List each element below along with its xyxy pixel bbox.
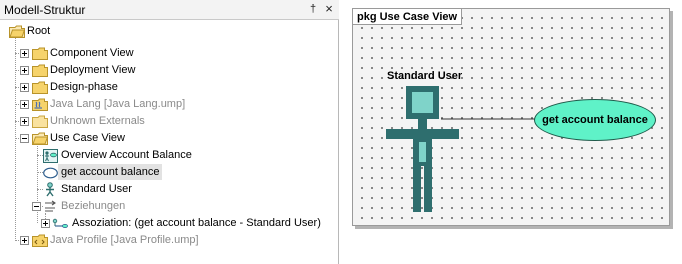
relations-icon <box>45 200 56 212</box>
tree-item-overview-account-balance[interactable]: Overview Account Balance <box>0 147 339 164</box>
tree-item-label: Assoziation: (get account balance - Stan… <box>72 217 321 229</box>
expand-icon[interactable] <box>20 49 29 58</box>
pin-icon[interactable]: † <box>306 2 320 16</box>
actor-figure[interactable] <box>385 85 461 213</box>
panel-titlebar: Modell-Struktur † × <box>0 0 339 20</box>
tree-item-unknown-externals[interactable]: Unknown Externals <box>0 113 339 130</box>
tree-item-assoziation[interactable]: Assoziation: (get account balance - Stan… <box>0 215 339 232</box>
folder-open-icon <box>9 25 25 38</box>
tree-item-label: Overview Account Balance <box>61 149 192 161</box>
use-case-label: get account balance <box>542 114 648 126</box>
model-tree: Root Component View Deployment View Desi… <box>0 21 339 264</box>
expand-icon[interactable] <box>20 117 29 126</box>
tree-item-label: Java Lang [Java Lang.ump] <box>50 98 186 110</box>
tree-item-java-profile[interactable]: Java Profile [Java Profile.ump] <box>0 232 339 249</box>
tree-item-use-case-view[interactable]: Use Case View <box>0 130 339 147</box>
panel-title: Modell-Struktur <box>4 3 86 17</box>
expand-icon[interactable] <box>20 100 29 109</box>
tree-item-label: Unknown Externals <box>50 115 145 127</box>
expand-icon[interactable] <box>20 83 29 92</box>
tree-item-component-view[interactable]: Component View <box>0 45 339 62</box>
tree-item-label: Component View <box>50 47 134 59</box>
tree-item-label: Beziehungen <box>61 200 126 212</box>
expand-icon[interactable] <box>20 236 29 245</box>
folder-open-icon <box>32 132 48 145</box>
tree-item-label: Java Profile [Java Profile.ump] <box>50 234 199 246</box>
folder-icon <box>32 115 48 128</box>
tree-item-label: get account balance <box>58 164 163 180</box>
java-package-icon <box>32 98 48 111</box>
tree-item-beziehungen[interactable]: Beziehungen <box>0 198 339 215</box>
tree-item-deployment-view[interactable]: Deployment View <box>0 62 339 79</box>
actor-label: Standard User <box>387 70 463 82</box>
tree-item-standard-user[interactable]: Standard User <box>0 181 339 198</box>
use-case-diagram-icon <box>43 149 58 163</box>
use-case-diagram-canvas[interactable]: pkg Use Case View Standard User get acco… <box>352 8 670 226</box>
association-icon <box>52 218 68 229</box>
use-case-ellipse[interactable]: get account balance <box>534 99 656 141</box>
tree-item-java-lang[interactable]: Java Lang [Java Lang.ump] <box>0 96 339 113</box>
use-case-icon <box>43 167 58 179</box>
diagram-panel: pkg Use Case View Standard User get acco… <box>342 0 682 264</box>
tree-item-get-account-balance[interactable]: get account balance <box>0 164 339 181</box>
folder-icon <box>32 81 48 94</box>
expand-icon[interactable] <box>20 66 29 75</box>
tree-item-design-phase[interactable]: Design-phase <box>0 79 339 96</box>
tree-item-label: Design-phase <box>50 81 118 93</box>
close-icon[interactable]: × <box>322 2 336 16</box>
actor-icon <box>46 182 54 197</box>
folder-icon <box>32 64 48 77</box>
package-tab: pkg Use Case View <box>353 9 463 25</box>
tree-item-label: Use Case View <box>50 132 125 144</box>
collapse-icon[interactable] <box>20 134 29 143</box>
profile-package-icon <box>32 234 48 247</box>
collapse-icon[interactable] <box>32 202 41 211</box>
expand-icon[interactable] <box>41 219 50 228</box>
folder-icon <box>32 47 48 60</box>
tree-item-label: Root <box>27 25 51 37</box>
tree-item-label: Deployment View <box>50 64 136 76</box>
model-structure-panel: Modell-Struktur † × Root Component View … <box>0 0 339 264</box>
tree-item-label: Standard User <box>61 183 132 195</box>
tree-item-root[interactable]: Root <box>0 23 339 40</box>
